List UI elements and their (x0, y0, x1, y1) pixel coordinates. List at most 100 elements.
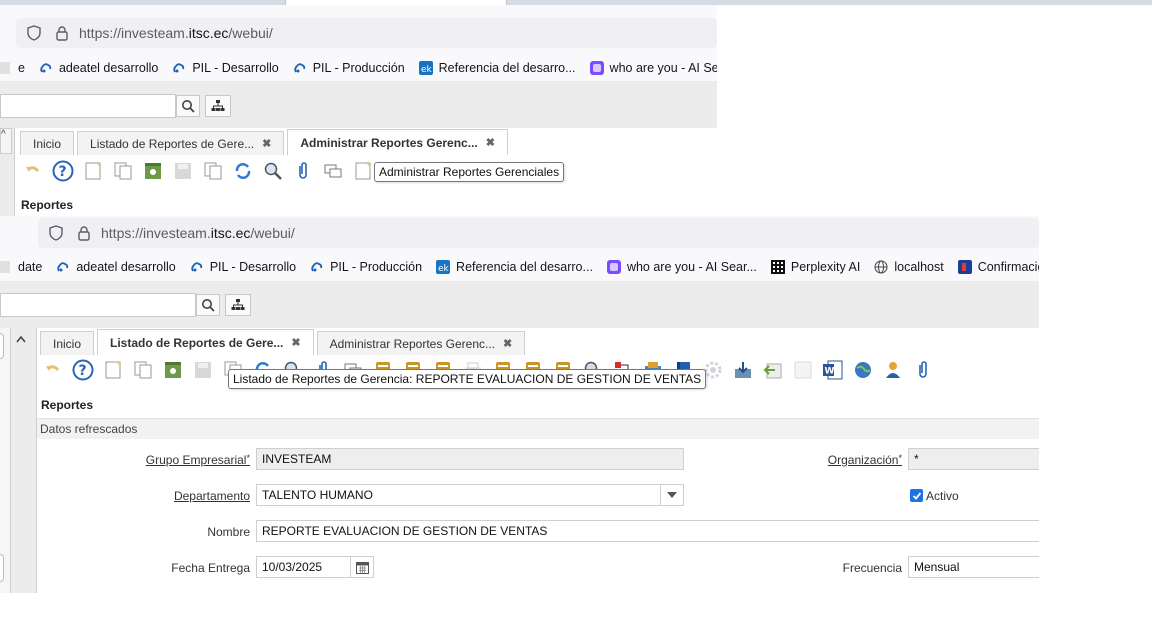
attachment-icon[interactable] (292, 160, 314, 182)
help-icon[interactable]: ? (72, 359, 94, 381)
undo-icon[interactable] (22, 160, 44, 182)
bookmark-item[interactable]: Confirmación de Fecha (957, 260, 1039, 274)
grupo-label[interactable]: Grupo Empresarial* (100, 453, 250, 467)
bookmark-label: PIL - Producción (312, 61, 405, 75)
cloud-icon (56, 260, 70, 274)
bookmarks-bar: e adeatel desarrollo PIL - Desarrollo PIL -… (0, 55, 717, 81)
section-title: Reportes (41, 398, 94, 412)
close-icon[interactable]: ✖ (503, 337, 512, 350)
bookmark-item[interactable]: Perplexity AI (770, 260, 860, 274)
help-icon[interactable]: ? (52, 160, 74, 182)
shield-icon[interactable] (48, 225, 64, 241)
collapse-button[interactable] (10, 328, 32, 350)
tab-1[interactable]: Listado de Reportes de Gere... ✖ (97, 329, 314, 355)
user-icon[interactable] (882, 359, 904, 381)
tab-2[interactable]: Administrar Reportes Gerenc... ✖ (287, 129, 508, 155)
bookmark-label: e (18, 61, 25, 75)
activo-checkbox[interactable] (910, 489, 923, 502)
bookmark-item[interactable]: ek Referencia del desarro... (418, 61, 576, 75)
search-button[interactable] (176, 95, 200, 117)
ek-icon: ek (418, 61, 433, 75)
grid-icon (770, 260, 785, 274)
left-nav-widget[interactable] (0, 333, 4, 359)
import-icon[interactable] (732, 359, 754, 381)
url-text[interactable]: https://investeam.itsc.ec/webui/ (79, 25, 273, 41)
close-icon[interactable]: ✖ (262, 137, 271, 150)
fecha-value: 10/03/2025 (262, 560, 323, 574)
bookmark-item[interactable]: e (0, 61, 25, 75)
copy-icon[interactable] (112, 160, 134, 182)
search-input[interactable] (0, 94, 176, 118)
tab-0[interactable]: Inicio (20, 131, 75, 155)
nombre-field[interactable]: REPORTE EVALUACION DE GESTION DE VENTAS (256, 520, 1039, 542)
front-url-bar[interactable]: https://investeam.itsc.ec/webui/ (38, 218, 1039, 248)
delete-icon[interactable] (162, 359, 184, 381)
grupo-field[interactable]: INVESTEAM (256, 448, 684, 470)
close-icon[interactable]: ✖ (486, 136, 495, 149)
fecha-field[interactable]: 10/03/2025 (256, 556, 374, 578)
svg-text:ek: ek (438, 264, 450, 274)
undo-icon[interactable] (42, 359, 64, 381)
bookmark-item[interactable]: PIL - Producción (293, 61, 405, 75)
close-icon[interactable]: ✖ (291, 336, 300, 349)
frecuencia-field[interactable]: Mensual (908, 556, 1039, 578)
refresh-icon[interactable] (232, 160, 254, 182)
bookmark-item[interactable]: who are you - AI Sear... (606, 260, 757, 274)
departamento-label[interactable]: Departamento (100, 489, 250, 503)
tab-0[interactable]: Inicio (40, 331, 95, 355)
bookmark-label: who are you - AI Sear... (626, 260, 757, 274)
departamento-field[interactable]: TALENTO HUMANO (256, 484, 684, 506)
front-search-row (0, 293, 251, 317)
shield-icon[interactable] (26, 25, 42, 41)
tooltip: Administrar Reportes Gerenciales (374, 162, 565, 182)
new-icon[interactable] (82, 160, 104, 182)
copy-icon[interactable] (202, 160, 224, 182)
organizacion-label[interactable]: Organización* (780, 453, 902, 467)
search-input[interactable] (0, 293, 196, 317)
bookmark-item[interactable]: adeatel desarrollo (39, 61, 158, 75)
save-icon[interactable] (192, 359, 214, 381)
new-icon[interactable] (102, 359, 124, 381)
bookmark-item[interactable]: who are you - AI Sear... (589, 61, 717, 75)
save-icon[interactable] (172, 160, 194, 182)
new-icon[interactable] (352, 160, 374, 182)
organizacion-field[interactable]: * (908, 448, 1039, 470)
bookmark-item[interactable]: PIL - Desarrollo (172, 61, 279, 75)
back-collapse-button[interactable]: ^ (0, 128, 12, 154)
sitemap-button[interactable] (225, 294, 251, 316)
bookmark-item[interactable]: date (0, 260, 42, 274)
chevron-down-icon (667, 492, 677, 498)
back-url-bar[interactable]: https://investeam.itsc.ec/webui/ (16, 18, 717, 48)
bookmark-item[interactable]: localhost (874, 260, 944, 274)
export-icon[interactable] (762, 359, 784, 381)
bookmark-item[interactable]: adeatel desarrollo (56, 260, 176, 274)
url-domain: itsc.ec (210, 225, 251, 241)
copy-icon[interactable] (132, 359, 154, 381)
tab-2[interactable]: Administrar Reportes Gerenc... ✖ (316, 331, 526, 355)
search-button[interactable] (196, 294, 220, 316)
tab-1[interactable]: Listado de Reportes de Gere... ✖ (77, 131, 285, 155)
sitemap-button[interactable] (205, 95, 231, 117)
chat-icon[interactable] (322, 160, 344, 182)
tab-label: Inicio (33, 136, 62, 151)
grid-icon[interactable] (792, 359, 814, 381)
left-nav-widget-2[interactable] (0, 554, 4, 582)
activo-label[interactable]: Activo (926, 489, 959, 503)
bookmark-item[interactable]: PIL - Producción (310, 260, 422, 274)
bookmark-item[interactable]: ek Referencia del desarro... (436, 260, 593, 274)
url-text[interactable]: https://investeam.itsc.ec/webui/ (101, 225, 295, 241)
globe-icon[interactable] (852, 359, 874, 381)
lock-icon[interactable] (54, 25, 70, 41)
find-icon[interactable] (262, 160, 284, 182)
clip-icon[interactable] (912, 359, 934, 381)
delete-icon[interactable] (142, 160, 164, 182)
word-icon[interactable]: W (822, 359, 844, 381)
globe-icon (874, 260, 888, 274)
bookmark-icon (0, 260, 12, 274)
bookmark-item[interactable]: PIL - Desarrollo (190, 260, 296, 274)
departamento-dropdown-button[interactable] (660, 485, 683, 505)
bookmark-icon (0, 61, 12, 75)
bookmark-label: who are you - AI Sear... (609, 61, 717, 75)
lock-icon[interactable] (76, 225, 92, 241)
calendar-button[interactable] (350, 557, 373, 577)
